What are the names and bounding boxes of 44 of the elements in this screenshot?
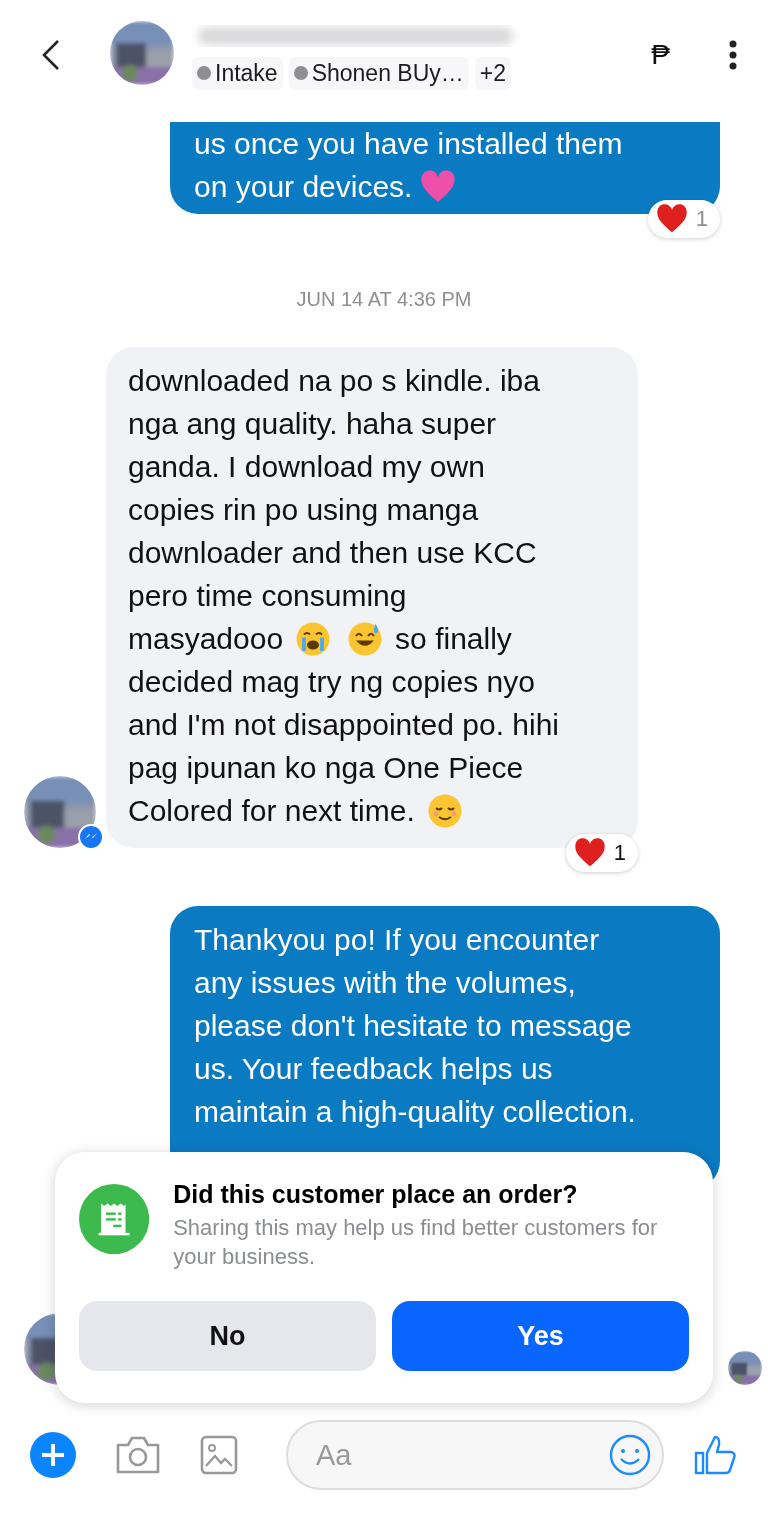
- message-text: maintain a high-quality collection.: [194, 1094, 636, 1130]
- message-text: so finally: [395, 621, 512, 657]
- message-text: nga ang quality. haha super: [128, 406, 497, 442]
- add-icon[interactable]: [30, 1432, 76, 1478]
- more-icon[interactable]: [728, 40, 738, 70]
- reaction-pill[interactable]: 1: [565, 834, 638, 872]
- camera-icon[interactable]: [114, 1435, 162, 1475]
- label-chip[interactable]: Shonen BUy…: [288, 56, 469, 90]
- message-text: any issues with the volumes,: [194, 965, 576, 1001]
- message-text: us. Your feedback helps us: [194, 1051, 553, 1087]
- image-icon[interactable]: [200, 1435, 238, 1475]
- message-text: Thankyou po! If you encounter: [194, 922, 600, 958]
- heart-icon: [420, 168, 457, 205]
- sweat-smile-icon: [347, 620, 384, 657]
- prompt-title: Did this customer place an order?: [173, 1180, 579, 1209]
- message-text: pag ipunan ko nga One Piece: [128, 750, 524, 786]
- message-text: us once you have installed them: [194, 126, 623, 162]
- more-labels-chip[interactable]: +2: [474, 56, 512, 90]
- message-text: and I'm not disappointed po. hihi: [128, 707, 560, 743]
- message-text: masyadooo: [128, 621, 284, 657]
- message-text: downloaded na po s kindle. iba: [128, 363, 540, 399]
- message-text: decided mag try ng copies nyo: [128, 664, 535, 700]
- message-text: downloader and then use KCC: [128, 535, 537, 571]
- messenger-badge-icon: [78, 824, 104, 850]
- message-text: pero time consuming: [128, 578, 407, 614]
- prompt-subtitle: Sharing this may help us find better customers for your business.: [173, 1214, 659, 1271]
- message-text: Colored for next time.: [128, 793, 415, 829]
- message-text: on your devices.: [194, 169, 413, 205]
- message-text: ganda. I download my own: [128, 449, 485, 485]
- emoji-icon[interactable]: [608, 1433, 652, 1477]
- crying-face-icon: [295, 620, 332, 657]
- no-button[interactable]: No: [79, 1301, 376, 1371]
- heart-icon: [655, 203, 688, 235]
- relieved-face-icon: [426, 792, 463, 829]
- message-field[interactable]: Aa: [286, 1420, 664, 1490]
- label-chip[interactable]: Intake: [192, 56, 283, 90]
- timestamp: JUN 14 AT 4:36 PM: [295, 288, 473, 311]
- heart-icon: [573, 837, 606, 869]
- thumbs-up-icon[interactable]: [694, 1433, 738, 1477]
- back-icon[interactable]: [40, 38, 62, 72]
- message-text: please don't hesitate to message: [194, 1008, 632, 1044]
- message-text: copies rin po using manga: [128, 492, 479, 528]
- payment-button[interactable]: ₱: [651, 39, 670, 71]
- yes-button[interactable]: Yes: [392, 1301, 689, 1371]
